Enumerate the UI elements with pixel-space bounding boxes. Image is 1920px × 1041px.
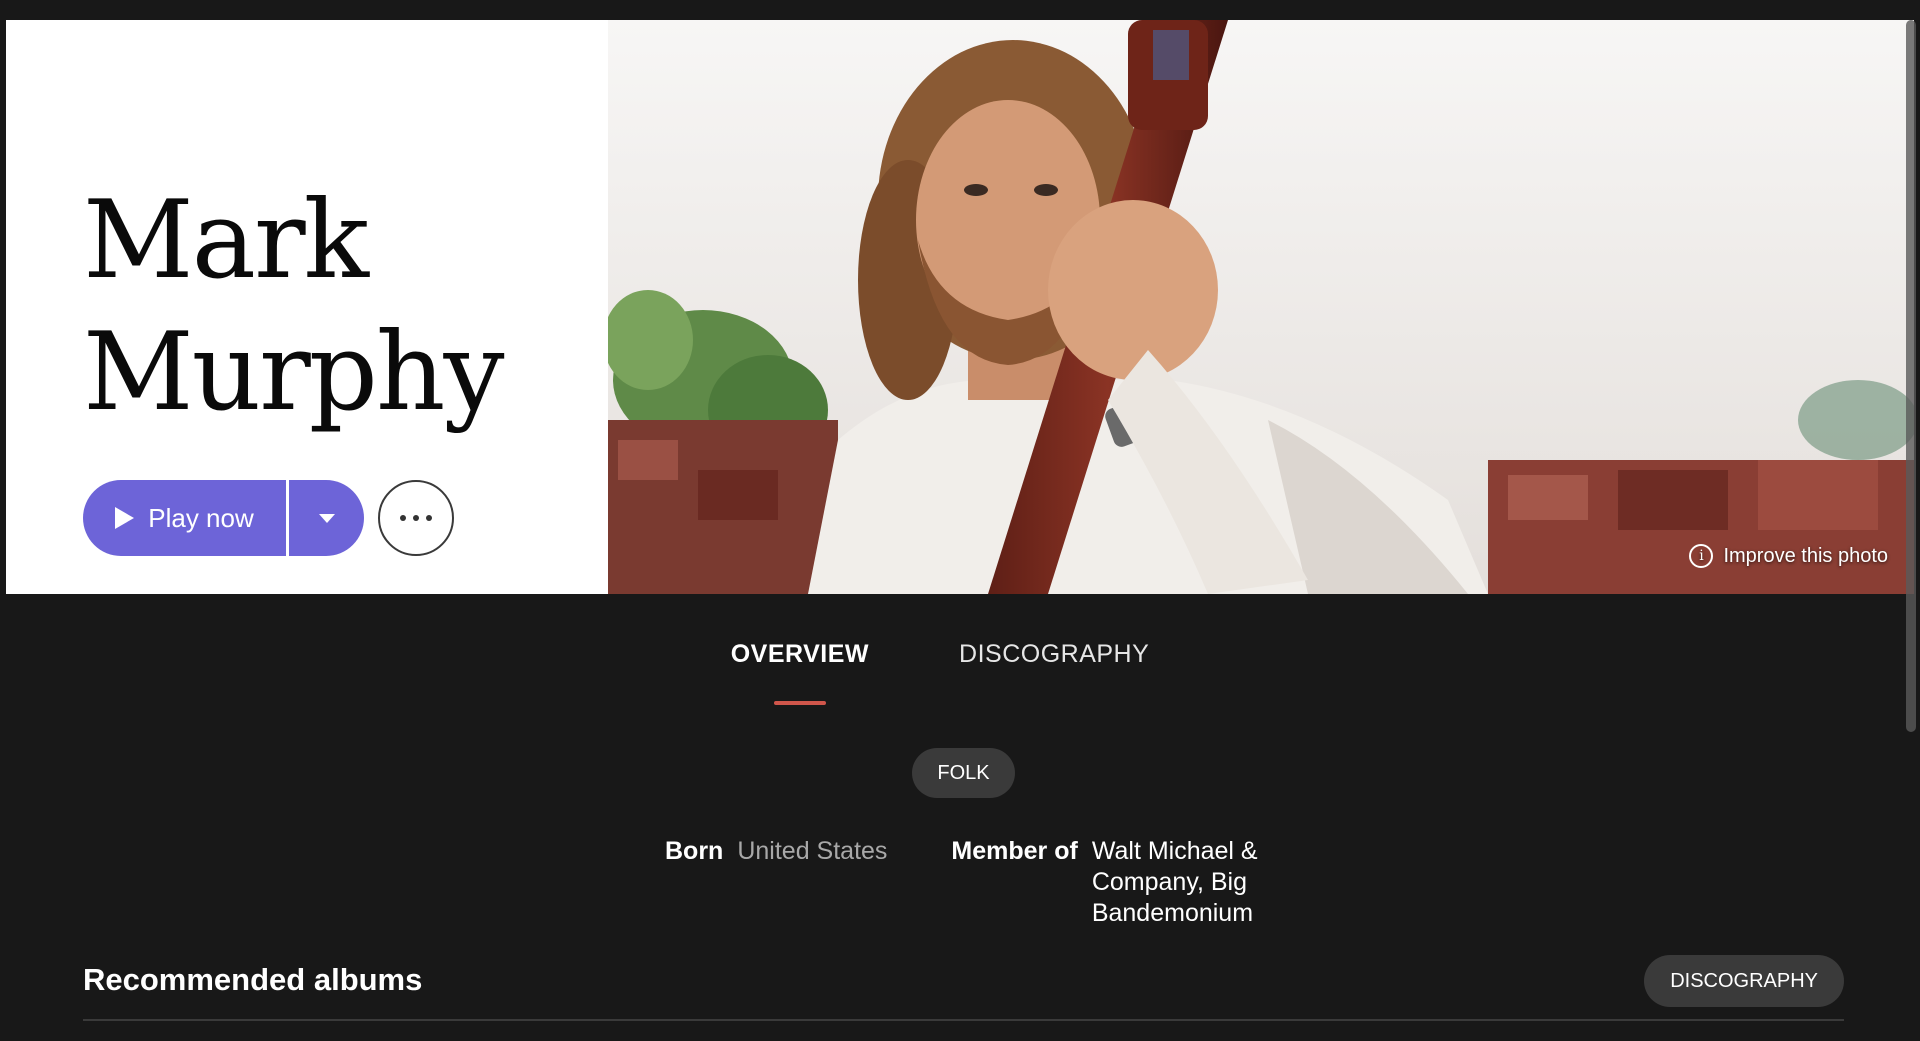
artist-name-line1: Mark: [83, 178, 369, 303]
artist-photo-illustration: [608, 20, 1914, 594]
play-now-label: Play now: [148, 502, 254, 533]
scrollbar[interactable]: [1906, 20, 1916, 732]
play-options-dropdown-button[interactable]: [289, 480, 364, 556]
top-bar: [0, 0, 1920, 20]
artist-actions: Play now: [83, 480, 454, 556]
play-now-button[interactable]: Play now: [83, 480, 289, 556]
member-of-list: Walt Michael & Company, Big Bandemonium: [1092, 836, 1292, 929]
born-label: Born: [665, 837, 724, 865]
tab-discography[interactable]: DISCOGRAPHY: [959, 640, 1149, 669]
artist-photo: i Improve this photo: [608, 20, 1914, 594]
fact-born: Born United States: [665, 836, 887, 929]
born-value: United States: [737, 837, 888, 865]
hero-info-panel: Mark Murphy Play now: [6, 20, 608, 594]
improve-photo-link[interactable]: i Improve this photo: [1689, 544, 1888, 568]
more-icon-dot: [400, 515, 406, 521]
chevron-down-icon: [318, 513, 335, 523]
artist-facts: Born United States Member of Walt Michae…: [665, 836, 1292, 929]
artist-name-line2: Murphy: [83, 310, 504, 435]
section-divider: [83, 1019, 1844, 1021]
discography-button[interactable]: DISCOGRAPHY: [1644, 955, 1844, 1007]
artist-hero: Mark Murphy Play now i Improve this phot…: [6, 20, 1914, 594]
play-button-group: Play now: [83, 480, 364, 556]
recommended-albums-title: Recommended albums: [83, 962, 423, 997]
artist-tabs: OVERVIEW DISCOGRAPHY: [0, 640, 1900, 669]
improve-photo-label: Improve this photo: [1723, 544, 1888, 567]
member-separator: ,: [1196, 868, 1211, 896]
fact-member-of: Member of Walt Michael & Company, Big Ba…: [951, 836, 1291, 929]
member-of-label: Member of: [951, 837, 1078, 865]
more-icon-dot: [426, 515, 432, 521]
info-icon: i: [1689, 544, 1714, 568]
tab-overview[interactable]: OVERVIEW: [731, 640, 869, 669]
play-icon: [115, 507, 135, 529]
genre-tag[interactable]: FOLK: [912, 748, 1015, 798]
more-options-button[interactable]: [378, 480, 454, 556]
more-icon-dot: [413, 515, 419, 521]
artist-name: Mark Murphy: [83, 175, 504, 439]
